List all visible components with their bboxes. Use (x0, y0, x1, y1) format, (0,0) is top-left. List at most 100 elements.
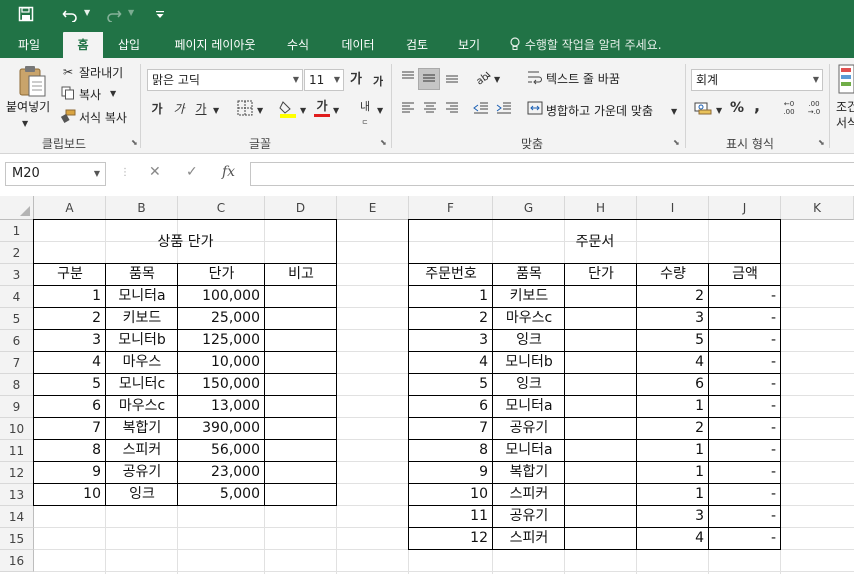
italic-icon[interactable]: 가 (172, 101, 186, 117)
order-table-cell[interactable]: 공유기 (493, 506, 565, 528)
price-table-cell[interactable]: 3 (34, 330, 106, 352)
order-table-cell[interactable] (565, 440, 637, 462)
price-table-header[interactable]: 구분 (34, 264, 106, 286)
order-table-cell[interactable] (565, 462, 637, 484)
order-table-cell[interactable] (565, 506, 637, 528)
redo-dropdown-icon[interactable]: ▼ (128, 8, 134, 17)
underline-dropdown-icon[interactable]: ▼ (213, 103, 219, 119)
order-table-cell[interactable]: 스피커 (493, 484, 565, 506)
paste-dropdown-icon[interactable]: ▼ (22, 116, 28, 132)
tell-me-box[interactable]: 수행할 작업을 알려 주세요. (509, 32, 662, 58)
order-table-cell[interactable]: 4 (409, 352, 493, 374)
order-table-cell[interactable]: 5 (409, 374, 493, 396)
align-left-icon[interactable] (400, 101, 416, 119)
order-table-cell[interactable]: 스피커 (493, 528, 565, 550)
column-header-d[interactable]: D (265, 196, 337, 220)
order-table-cell[interactable]: 키보드 (493, 286, 565, 308)
tab-formulas[interactable]: 수식 (278, 32, 318, 58)
row-header-6[interactable]: 6 (0, 330, 34, 352)
number-format-combo[interactable]: 회계 ▼ (691, 69, 823, 91)
order-table-cell[interactable]: 8 (409, 440, 493, 462)
order-table-cell[interactable]: 모니터a (493, 440, 565, 462)
row-header-5[interactable]: 5 (0, 308, 34, 330)
cut-button[interactable]: 잘라내기 (79, 64, 123, 81)
save-icon[interactable] (16, 6, 36, 26)
wrap-text-button[interactable]: 텍스트 줄 바꿈 (546, 70, 620, 87)
tab-insert[interactable]: 삽입 (108, 32, 150, 58)
font-color-dropdown-icon[interactable]: ▼ (333, 103, 339, 119)
clipboard-launcher-icon[interactable]: ⬊ (131, 138, 138, 147)
accounting-dropdown-icon[interactable]: ▼ (716, 103, 722, 119)
order-table-cell[interactable]: 복합기 (493, 462, 565, 484)
order-table-header[interactable]: 주문번호 (409, 264, 493, 286)
order-table-cell[interactable]: 잉크 (493, 374, 565, 396)
order-table-cell[interactable]: 공유기 (493, 418, 565, 440)
price-table-cell[interactable]: 150,000 (178, 374, 265, 396)
order-table-cell[interactable]: 3 (409, 330, 493, 352)
redo-icon[interactable] (104, 6, 124, 26)
price-table-cell[interactable] (265, 308, 337, 330)
number-launcher-icon[interactable]: ⬊ (818, 138, 825, 147)
font-launcher-icon[interactable]: ⬊ (380, 138, 387, 147)
price-table-cell[interactable]: 8 (34, 440, 106, 462)
price-table-cell[interactable] (265, 352, 337, 374)
order-table-cell[interactable]: - (709, 330, 781, 352)
order-table-cell[interactable]: 4 (637, 352, 709, 374)
column-header-e[interactable]: E (337, 196, 409, 220)
orientation-icon[interactable]: ab (474, 69, 492, 89)
comma-style-icon[interactable]: , (752, 98, 762, 114)
order-table-cell[interactable]: 12 (409, 528, 493, 550)
format-painter-button[interactable]: 서식 복사 (79, 109, 127, 126)
order-table-cell[interactable]: 10 (409, 484, 493, 506)
copy-icon[interactable] (60, 86, 76, 104)
order-table-cell[interactable]: 모니터a (493, 396, 565, 418)
order-table-cell[interactable]: 5 (637, 330, 709, 352)
price-table-cell[interactable]: 4 (34, 352, 106, 374)
cut-icon[interactable]: ✂ (61, 64, 75, 80)
order-table-cell[interactable]: 2 (637, 286, 709, 308)
price-table-header[interactable]: 품목 (106, 264, 178, 286)
increase-decimal-icon[interactable]: ←0.00 (779, 100, 799, 116)
select-all-button[interactable] (0, 196, 34, 220)
column-header-k[interactable]: K (781, 196, 854, 220)
price-table-cell[interactable] (265, 330, 337, 352)
order-table-cell[interactable]: 9 (409, 462, 493, 484)
price-table-cell[interactable]: 5 (34, 374, 106, 396)
tab-file[interactable]: 파일 (6, 32, 52, 58)
order-table-cell[interactable] (565, 286, 637, 308)
tab-home[interactable]: 홈 (63, 32, 103, 58)
column-header-g[interactable]: G (493, 196, 565, 220)
tab-view[interactable]: 보기 (448, 32, 490, 58)
price-table-cell[interactable] (265, 440, 337, 462)
price-table-cell[interactable]: 마우스 (106, 352, 178, 374)
order-table-cell[interactable] (565, 484, 637, 506)
order-table-title[interactable]: 주문서 (409, 220, 781, 264)
copy-dropdown-icon[interactable]: ▼ (110, 86, 116, 102)
merge-center-icon[interactable] (527, 100, 543, 120)
name-box[interactable]: M20 ▼ (5, 162, 106, 186)
row-header-3[interactable]: 3 (0, 264, 34, 286)
order-table-header[interactable]: 수량 (637, 264, 709, 286)
order-table-cell[interactable] (565, 330, 637, 352)
chevron-down-icon[interactable]: ▼ (94, 163, 100, 185)
price-table-cell[interactable]: 모니터b (106, 330, 178, 352)
price-table-header[interactable]: 단가 (178, 264, 265, 286)
column-header-f[interactable]: F (409, 196, 493, 220)
order-table-header[interactable]: 품목 (493, 264, 565, 286)
order-table-cell[interactable]: - (709, 506, 781, 528)
row-header-1[interactable]: 1 (0, 220, 34, 242)
row-header-11[interactable]: 11 (0, 440, 34, 462)
bold-icon[interactable]: 가 (150, 101, 164, 117)
order-table-cell[interactable] (565, 308, 637, 330)
order-table-cell[interactable]: - (709, 440, 781, 462)
order-table-cell[interactable]: 1 (637, 396, 709, 418)
price-table-cell[interactable] (265, 396, 337, 418)
conditional-formatting-icon[interactable] (838, 64, 854, 98)
order-table-cell[interactable]: 11 (409, 506, 493, 528)
column-header-b[interactable]: B (106, 196, 178, 220)
order-table-cell[interactable]: 모니터b (493, 352, 565, 374)
merge-dropdown-icon[interactable]: ▼ (671, 104, 677, 120)
underline-icon[interactable]: 가 (194, 101, 208, 117)
price-table-cell[interactable]: 잉크 (106, 484, 178, 506)
row-header-15[interactable]: 15 (0, 528, 34, 550)
